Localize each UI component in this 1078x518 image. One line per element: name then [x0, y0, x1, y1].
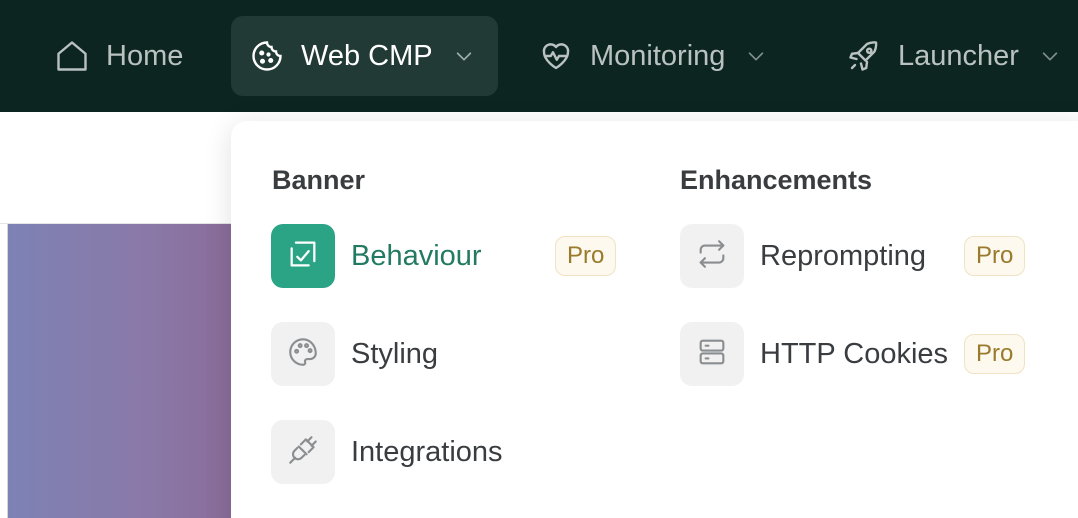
integrations-tile	[271, 420, 335, 484]
menu-item-integrations[interactable]: Integrations	[271, 420, 503, 484]
reprompting-tile	[680, 224, 744, 288]
chevron-down-icon	[1039, 45, 1061, 67]
chevron-down-icon	[745, 45, 767, 67]
chevron-down-icon	[453, 45, 475, 67]
nav-item-monitoring[interactable]: Monitoring	[538, 16, 767, 96]
menu-item-http-cookies[interactable]: HTTP Cookies Pro	[680, 322, 1026, 386]
menu-item-label: Reprompting	[760, 239, 927, 272]
enhancements-heading: Enhancements	[680, 165, 873, 195]
banner-heading: Banner	[272, 165, 366, 195]
nav-item-label: Monitoring	[590, 39, 726, 72]
cookie-icon	[249, 38, 285, 74]
menu-item-behaviour[interactable]: Behaviour Pro	[271, 224, 617, 288]
menu-item-label: Integrations	[351, 435, 503, 468]
nav-item-label: Web CMP	[301, 39, 433, 72]
styling-tile	[271, 322, 335, 386]
menu-item-styling[interactable]: Styling	[271, 322, 438, 386]
nav-item-web-cmp[interactable]: Web CMP	[231, 16, 498, 96]
nav-item-label: Launcher	[898, 39, 1019, 72]
plug-icon	[286, 433, 320, 472]
nav-item-label: Home	[106, 39, 184, 72]
menu-item-reprompting[interactable]: Reprompting Pro	[680, 224, 1026, 288]
nav-item-launcher[interactable]: Launcher	[846, 16, 1061, 96]
palette-icon	[286, 335, 320, 374]
menu-item-label: Behaviour	[351, 239, 482, 272]
menu-item-label: HTTP Cookies	[760, 337, 949, 370]
pro-badge: Pro	[964, 236, 1026, 276]
pro-badge: Pro	[555, 236, 617, 276]
web-cmp-dropdown-menu: Banner Enhancements Behaviour Pro Stylin…	[231, 121, 1078, 518]
behaviour-tile	[271, 224, 335, 288]
pro-badge: Pro	[964, 334, 1026, 374]
http-cookies-tile	[680, 322, 744, 386]
heart-pulse-icon	[538, 38, 574, 74]
checkbox-square-icon	[286, 237, 320, 276]
repeat-icon	[695, 237, 729, 276]
home-icon	[54, 38, 90, 74]
menu-item-label: Styling	[351, 337, 439, 370]
server-icon	[695, 335, 729, 374]
nav-item-home[interactable]: Home	[54, 16, 183, 96]
page-preview-gradient	[8, 224, 238, 518]
rocket-icon	[846, 38, 882, 74]
top-navigation: Home Web CMP Monitoring Launcher	[0, 0, 1078, 112]
